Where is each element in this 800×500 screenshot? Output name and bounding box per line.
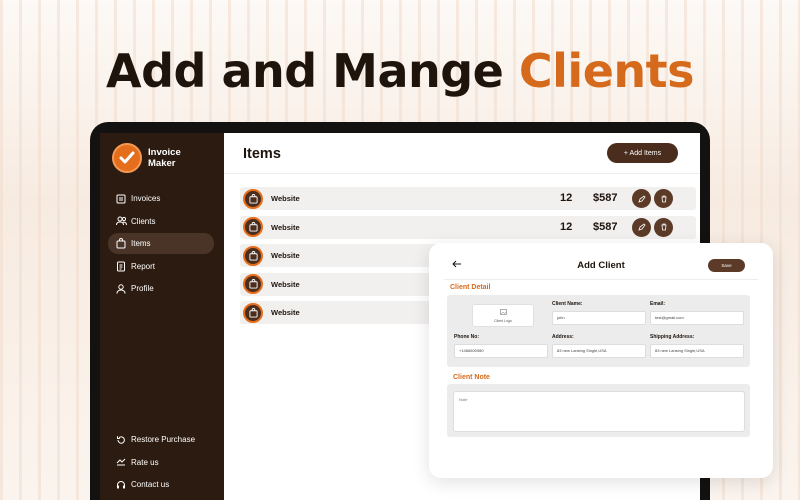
- bag-icon: [243, 188, 263, 209]
- contact-icon: [115, 479, 127, 491]
- email-label: Email:: [650, 301, 666, 307]
- invoice-icon: [115, 193, 127, 205]
- sidebar: Invoice Maker Invoices Clients Items Rep…: [100, 133, 224, 500]
- item-name: Website: [271, 222, 300, 232]
- bag-icon: [243, 274, 263, 294]
- sidebar-item-report[interactable]: Report: [108, 256, 214, 277]
- item-price: $587: [593, 192, 618, 204]
- sidebar-item-label: Report: [131, 261, 156, 271]
- sidebar-item-clients[interactable]: Clients: [108, 211, 214, 232]
- address-field[interactable]: 83 new Lansing Single,USA: [552, 344, 646, 358]
- image-icon: [500, 309, 507, 315]
- sidebar-item-label: Clients: [131, 216, 156, 226]
- checkmark-logo-icon: [112, 143, 142, 173]
- bag-icon: [243, 245, 263, 266]
- app-name: Invoice Maker: [148, 147, 181, 169]
- save-button[interactable]: Save: [708, 259, 745, 272]
- item-price: $587: [593, 220, 618, 233]
- sidebar-item-label: Restore Purchase: [131, 435, 196, 444]
- item-quantity: 12: [560, 220, 573, 233]
- phone-field[interactable]: +1466600980: [454, 344, 548, 358]
- divider: [444, 279, 758, 280]
- headline: Add and Mange Clients: [105, 44, 695, 98]
- item-name: Website: [271, 251, 300, 260]
- client-logo-upload[interactable]: Client Logo: [472, 304, 534, 327]
- sidebar-item-label: Items: [131, 239, 151, 248]
- sidebar-item-rate-us[interactable]: Rate us: [108, 452, 214, 473]
- add-client-dialog: Add Client Save Client Detail Client Log…: [429, 243, 773, 478]
- sidebar-item-items[interactable]: Items: [108, 233, 214, 254]
- edit-button[interactable]: [632, 189, 651, 208]
- client-note-heading: Client Note: [453, 374, 490, 381]
- edit-button[interactable]: [632, 217, 651, 237]
- item-quantity: 12: [560, 192, 573, 204]
- client-name-label: Client Name:: [552, 301, 583, 307]
- sidebar-item-invoices[interactable]: Invoices: [108, 188, 214, 209]
- list-item[interactable]: Website 12 $587: [240, 187, 696, 210]
- shipping-address-label: Shipping Address:: [650, 334, 695, 340]
- shipping-address-field[interactable]: 83 new Lansing Single,USA: [650, 344, 744, 358]
- item-name: Website: [271, 194, 300, 203]
- sidebar-bottom-nav: Restore Purchase Rate us Contact us: [108, 429, 214, 497]
- delete-button[interactable]: [654, 217, 673, 237]
- app-logo: Invoice Maker: [112, 143, 188, 173]
- restore-icon: [115, 434, 127, 446]
- rate-icon: [115, 456, 127, 468]
- client-logo-label: Client Logo: [494, 319, 512, 323]
- note-field[interactable]: Note: [453, 391, 745, 432]
- sidebar-item-restore-purchase[interactable]: Restore Purchase: [108, 429, 214, 450]
- sidebar-item-profile[interactable]: Profile: [108, 278, 214, 299]
- sidebar-item-label: Invoices: [131, 194, 161, 203]
- divider: [224, 173, 700, 174]
- sidebar-nav: Invoices Clients Items Report Profile: [108, 188, 214, 301]
- list-item[interactable]: Website 12 $587: [240, 215, 696, 239]
- sidebar-item-label: Rate us: [131, 457, 159, 467]
- bag-icon: [115, 238, 127, 250]
- email-field[interactable]: test@gmail.com: [650, 311, 744, 325]
- client-name-field[interactable]: john: [552, 311, 646, 325]
- report-icon: [115, 260, 127, 272]
- headline-accent: Clients: [518, 44, 695, 98]
- phone-label: Phone No:: [454, 334, 479, 340]
- page-title: Items: [243, 146, 281, 162]
- delete-button[interactable]: [654, 189, 673, 208]
- sidebar-item-label: Profile: [131, 284, 154, 293]
- bag-icon: [243, 302, 263, 323]
- add-items-button[interactable]: + Add Items: [607, 143, 678, 163]
- client-detail-heading: Client Detail: [450, 284, 491, 291]
- bag-icon: [243, 217, 263, 237]
- profile-icon: [115, 283, 127, 295]
- sidebar-item-contact-us[interactable]: Contact us: [108, 474, 214, 495]
- item-name: Website: [271, 279, 300, 289]
- clients-icon: [115, 215, 127, 227]
- item-name: Website: [271, 308, 300, 317]
- sidebar-item-label: Contact us: [131, 480, 170, 489]
- address-label: Address:: [552, 334, 574, 340]
